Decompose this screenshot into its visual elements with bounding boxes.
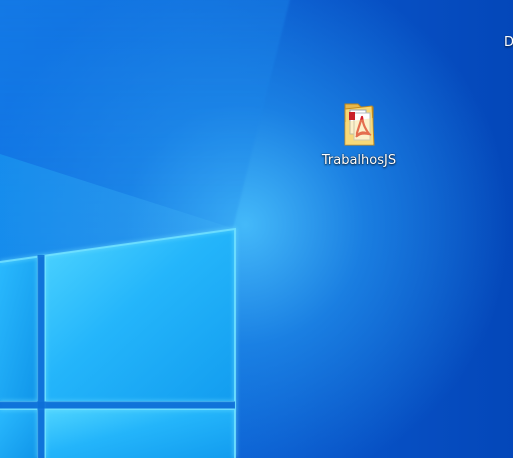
windows-logo-wallpaper xyxy=(0,154,236,458)
desktop-icon-label: TrabalhosJS xyxy=(321,153,397,168)
partial-desktop-label[interactable]: D xyxy=(504,34,513,52)
desktop[interactable]: TrabalhosJS D xyxy=(0,0,513,458)
window-pane-top-left xyxy=(0,257,38,402)
window-pane-bottom-right xyxy=(45,409,235,458)
window-pane-top-right xyxy=(45,229,235,402)
desktop-icon-trabalhosjs[interactable]: TrabalhosJS xyxy=(312,100,406,184)
window-pane-bottom-left xyxy=(0,409,38,458)
folder-pdf-icon xyxy=(344,103,375,146)
